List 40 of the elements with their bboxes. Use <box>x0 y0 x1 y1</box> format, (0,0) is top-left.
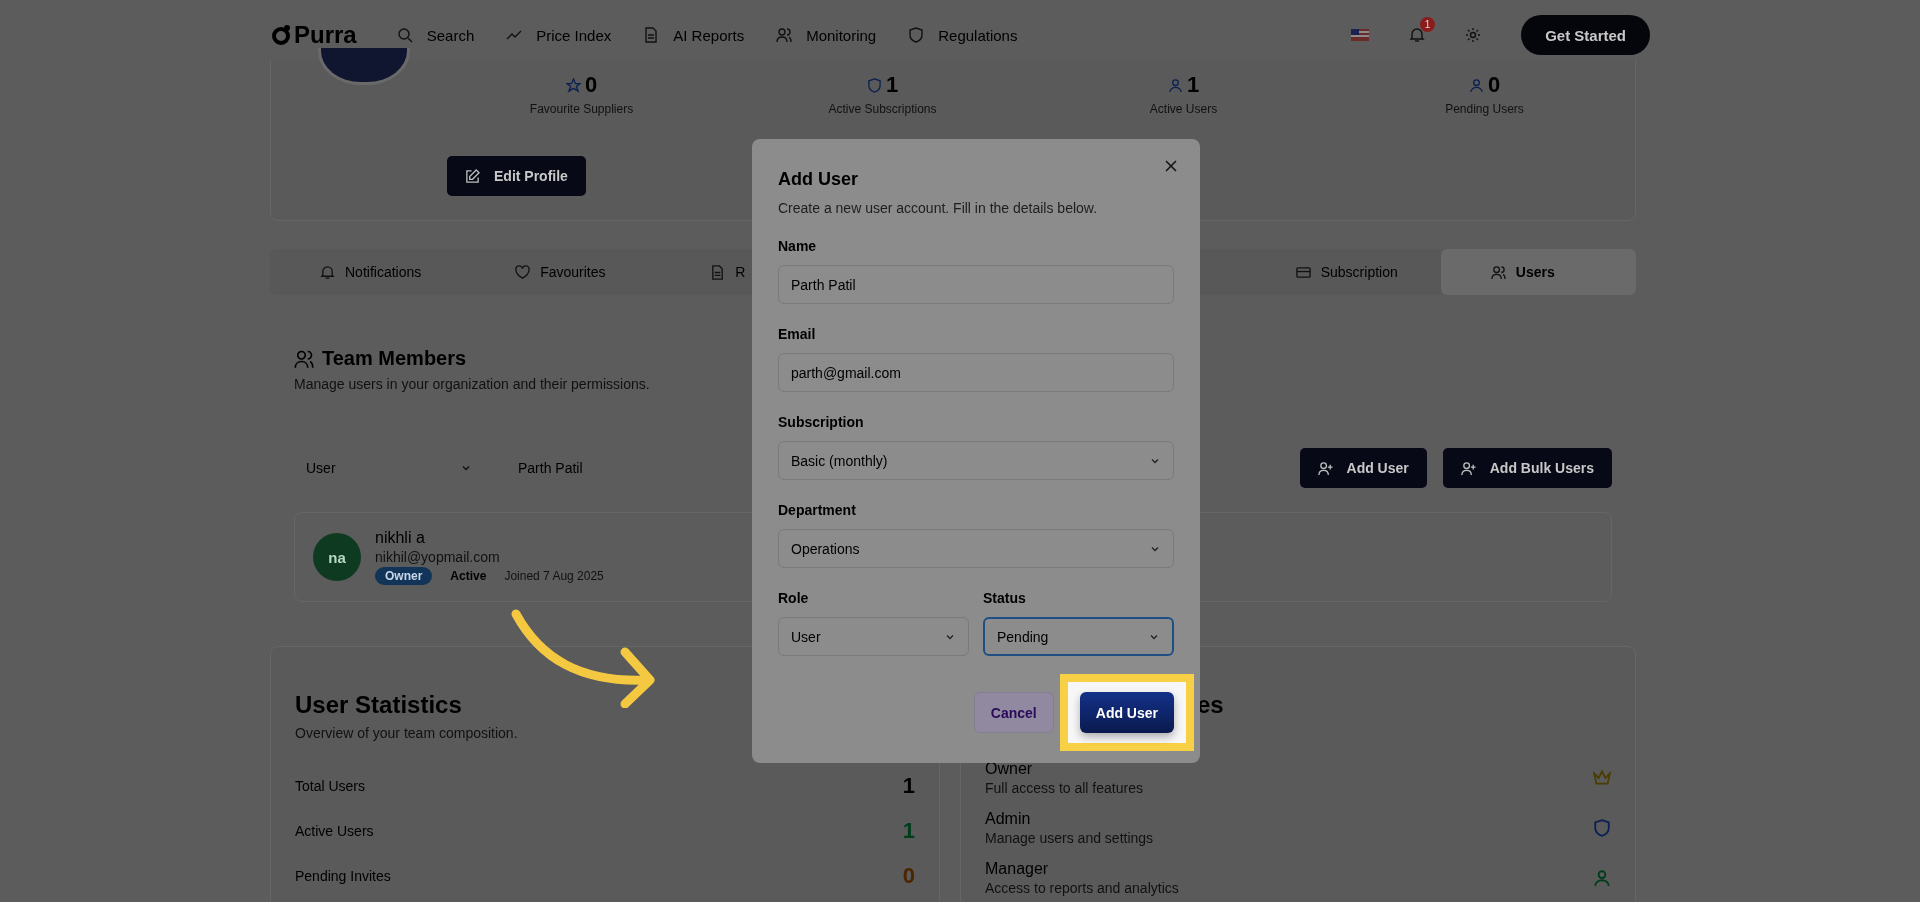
role-name: Owner <box>985 760 1034 778</box>
stat-value: 1 <box>1186 72 1200 98</box>
member-name: nikhli a <box>375 529 426 547</box>
field-label: Name <box>778 238 818 254</box>
card-subtitle: Overview of your team composition. <box>295 725 518 741</box>
stat-label: Pending Invites <box>295 867 391 884</box>
stat-value: 0 <box>1487 72 1501 98</box>
status-label: Active <box>450 569 487 583</box>
stat-label: Active Users <box>1149 102 1218 116</box>
card-title: User Statistics <box>295 691 463 719</box>
notification-badge: 1 <box>1420 17 1436 32</box>
stat-value: 1 <box>902 772 915 799</box>
stat-label: Pending Users <box>1445 102 1524 116</box>
field-label: Department <box>778 502 857 518</box>
stat-value: 0 <box>902 862 915 889</box>
field-label: Email <box>778 326 817 342</box>
initials-avatar: na <box>313 533 361 581</box>
section-title: Team Members <box>322 347 467 370</box>
section-subtitle: Manage users in your organization and their permissions. <box>294 376 650 392</box>
stat-value: 1 <box>902 817 915 844</box>
role-name: Admin <box>985 810 1032 828</box>
role-description: Access to reports and analytics <box>985 880 1179 896</box>
role-description: Full access to all features <box>985 780 1143 796</box>
logo-text: Purra <box>294 21 357 49</box>
dialog-title: Add User <box>778 169 859 190</box>
dialog-description: Create a new user account. Fill in the details below. <box>778 200 1099 216</box>
stat-label: Total Users <box>295 777 366 794</box>
role-name: Manager <box>985 860 1050 878</box>
stat-label: Active Users <box>295 822 374 839</box>
field-label: Role <box>778 590 810 606</box>
member-email: nikhil@yopmail.com <box>375 549 501 565</box>
role-badge: Owner <box>375 567 433 585</box>
field-label: Status <box>983 590 1027 606</box>
stat-label: Favourite Suppliers <box>529 102 634 116</box>
stat-value: 0 <box>584 72 598 98</box>
field-label: Subscription <box>778 414 865 430</box>
joined-date: Joined 7 Aug 2025 <box>504 569 604 583</box>
stat-label: Active Subscriptions <box>828 102 937 116</box>
stat-value: 1 <box>885 72 899 98</box>
role-description: Manage users and settings <box>985 830 1154 846</box>
